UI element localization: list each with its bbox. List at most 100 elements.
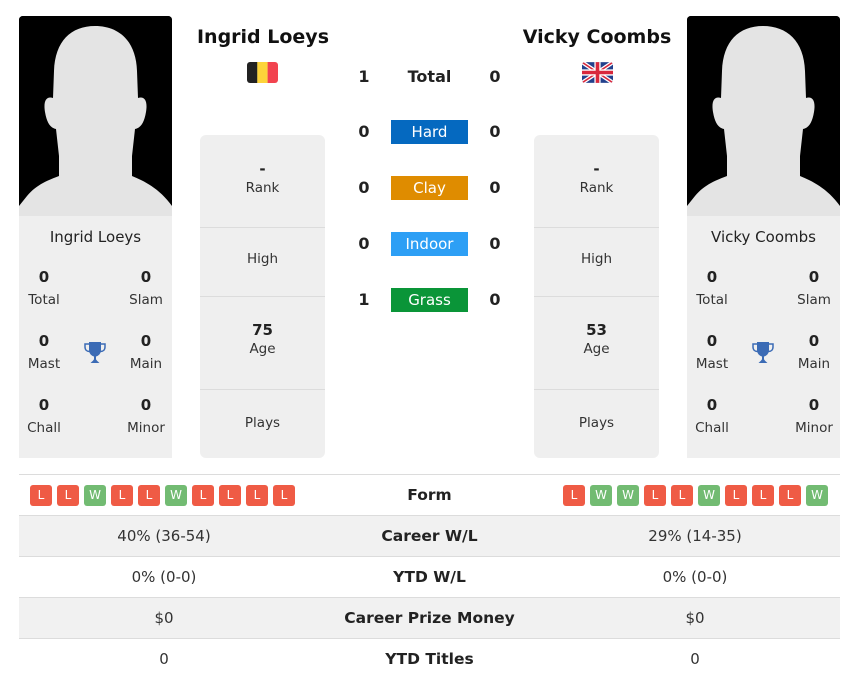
rank-row: - Rank xyxy=(534,135,659,228)
form-badge-win[interactable]: W xyxy=(165,485,187,506)
age-value: 53 xyxy=(586,321,607,339)
form-badge-loss[interactable]: L xyxy=(219,485,241,506)
titles-total-label: Total xyxy=(696,292,728,308)
surface-badge-clay[interactable]: Clay xyxy=(391,176,468,200)
titles-slam-label: Slam xyxy=(129,292,163,308)
player-heading-left[interactable]: Ingrid Loeys xyxy=(183,26,343,48)
h2h-right-count: 0 xyxy=(489,67,501,86)
surface-badge-grass[interactable]: Grass xyxy=(391,288,468,312)
ytd-wl-right: 0% (0-0) xyxy=(662,568,728,586)
form-badge-loss[interactable]: L xyxy=(246,485,268,506)
prize-money-right: $0 xyxy=(685,609,705,627)
titles-total-value: 0 xyxy=(706,268,718,286)
h2h-right-count: 0 xyxy=(489,178,501,197)
rank-value: - xyxy=(259,160,266,178)
titles-total-label: Total xyxy=(28,292,60,308)
form-badge-loss[interactable]: L xyxy=(138,485,160,506)
rank-label: Rank xyxy=(245,180,280,196)
form-badge-win[interactable]: W xyxy=(590,485,612,506)
titles-chall-label: Chall xyxy=(695,420,729,436)
titles-mast-label: Mast xyxy=(27,356,61,372)
rank-row: - Rank xyxy=(200,135,325,228)
titles-minor-label: Minor xyxy=(127,420,165,436)
ytd-titles-right: 0 xyxy=(690,650,700,668)
player-heading-right[interactable]: Vicky Coombs xyxy=(515,26,679,48)
form-badge-loss[interactable]: L xyxy=(111,485,133,506)
form-badge-win[interactable]: W xyxy=(806,485,828,506)
h2h-right-count: 0 xyxy=(489,290,501,309)
player-photo-right xyxy=(687,16,840,216)
career-wl-row: 40% (36-54) Career W/L 29% (14-35) xyxy=(19,515,840,556)
united-kingdom-flag-icon xyxy=(582,62,613,83)
titles-main: 0 Main xyxy=(116,332,176,372)
titles-minor: 0 Minor xyxy=(116,396,176,436)
h2h-indoor-row: 0 Indoor 0 xyxy=(340,232,520,256)
h2h-right-count: 0 xyxy=(489,122,501,141)
form-badge-loss[interactable]: L xyxy=(30,485,52,506)
titles-slam: 0 Slam xyxy=(116,268,176,308)
career-wl-label: Career W/L xyxy=(381,527,478,545)
rank-label: Rank xyxy=(579,180,614,196)
titles-main-value: 0 xyxy=(140,332,152,350)
plays-label: Plays xyxy=(244,415,281,431)
titles-mast-value: 0 xyxy=(38,332,50,350)
form-badge-loss[interactable]: L xyxy=(752,485,774,506)
h2h-hard-row: 0 Hard 0 xyxy=(340,120,520,144)
surface-badge-indoor[interactable]: Indoor xyxy=(391,232,468,256)
titles-total-value: 0 xyxy=(38,268,50,286)
ytd-titles-left: 0 xyxy=(159,650,169,668)
titles-minor-value: 0 xyxy=(808,396,820,414)
form-badge-loss[interactable]: L xyxy=(725,485,747,506)
form-badge-loss[interactable]: L xyxy=(192,485,214,506)
plays-row: Plays xyxy=(200,390,325,458)
form-badge-loss[interactable]: L xyxy=(671,485,693,506)
form-badge-loss[interactable]: L xyxy=(57,485,79,506)
form-badge-loss[interactable]: L xyxy=(273,485,295,506)
high-label: High xyxy=(580,251,613,267)
h2h-left-count: 0 xyxy=(358,234,370,253)
comparison-table: LLWLLWLLLL Form LWWLLWLLLW 40% (36-54) C… xyxy=(19,474,840,679)
plays-label: Plays xyxy=(578,415,615,431)
form-badge-loss[interactable]: L xyxy=(563,485,585,506)
titles-slam-label: Slam xyxy=(797,292,831,308)
age-row: 53 Age xyxy=(534,297,659,390)
age-value: 75 xyxy=(252,321,273,339)
high-row: High xyxy=(200,228,325,297)
player-name-left[interactable]: Ingrid Loeys xyxy=(19,228,172,246)
form-badge-loss[interactable]: L xyxy=(779,485,801,506)
prize-money-left: $0 xyxy=(154,609,174,627)
ytd-titles-row: 0 YTD Titles 0 xyxy=(19,638,840,679)
h2h-left-count: 1 xyxy=(358,67,370,86)
form-badge-win[interactable]: W xyxy=(617,485,639,506)
titles-chall: 0 Chall xyxy=(14,396,74,436)
info-card-right: - Rank High 53 Age Plays xyxy=(534,135,659,458)
form-badge-win[interactable]: W xyxy=(84,485,106,506)
plays-row: Plays xyxy=(534,390,659,458)
titles-minor-value: 0 xyxy=(140,396,152,414)
career-wl-right: 29% (14-35) xyxy=(648,527,742,545)
titles-chall-label: Chall xyxy=(27,420,61,436)
titles-main-value: 0 xyxy=(808,332,820,350)
form-row: LLWLLWLLLL Form LWWLLWLLLW xyxy=(19,474,840,515)
titles-mast-value: 0 xyxy=(706,332,718,350)
titles-chall-value: 0 xyxy=(706,396,718,414)
silhouette-icon xyxy=(19,16,172,216)
high-label: High xyxy=(246,251,279,267)
form-badge-win[interactable]: W xyxy=(698,485,720,506)
age-label: Age xyxy=(583,341,610,357)
titles-slam-value: 0 xyxy=(140,268,152,286)
trophy-icon xyxy=(752,342,774,363)
age-row: 75 Age xyxy=(200,297,325,390)
h2h-grass-row: 1 Grass 0 xyxy=(340,288,520,312)
player-name-right[interactable]: Vicky Coombs xyxy=(687,228,840,246)
form-badges-right: LWWLLWLLLW xyxy=(563,485,828,506)
age-label: Age xyxy=(249,341,276,357)
form-badge-loss[interactable]: L xyxy=(644,485,666,506)
belgium-flag-icon xyxy=(247,62,278,83)
titles-mast-label: Mast xyxy=(695,356,729,372)
titles-card-left: Ingrid Loeys 0 Total 0 Slam 0 Mast 0 Main 0 C… xyxy=(19,216,172,458)
titles-mast: 0 Mast xyxy=(682,332,742,372)
surface-badge-hard[interactable]: Hard xyxy=(391,120,468,144)
h2h-left-count: 0 xyxy=(358,178,370,197)
rank-value: - xyxy=(593,160,600,178)
